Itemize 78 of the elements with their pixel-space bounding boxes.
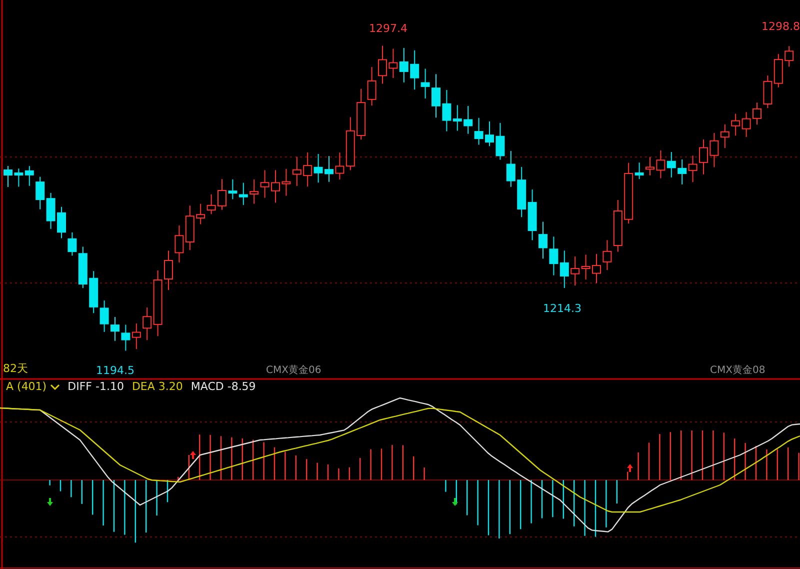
candlestick	[742, 112, 751, 138]
candlestick	[506, 150, 516, 188]
candlestick	[303, 152, 312, 188]
candlestick	[218, 178, 226, 210]
candlestick	[549, 236, 558, 276]
candlestick	[688, 155, 698, 183]
candlestick	[378, 45, 387, 84]
candlestick	[57, 206, 66, 239]
candlestick	[485, 121, 494, 147]
candlestick	[517, 166, 526, 218]
candlestick	[174, 224, 184, 263]
candlestick	[46, 192, 56, 230]
indicator-selector[interactable]: A (401)	[6, 380, 60, 394]
candlestick	[4, 166, 12, 188]
period-label: 82天	[3, 362, 28, 375]
candlestick	[282, 168, 291, 196]
candlestick	[36, 176, 45, 210]
candlestick	[731, 113, 740, 136]
candlestick	[164, 250, 173, 290]
down-arrow-icon	[47, 498, 53, 506]
candlestick	[570, 256, 580, 286]
candlestick	[710, 132, 719, 168]
candlestick	[464, 105, 473, 134]
contract-label: CMX黄金08	[710, 364, 766, 377]
up-arrow-icon	[627, 464, 633, 472]
candlestick	[399, 47, 408, 83]
candlestick	[367, 66, 376, 106]
candlestick	[14, 168, 24, 188]
high-price-label: 1297.4	[369, 22, 408, 35]
down-arrow-icon	[452, 498, 458, 506]
candlestick	[592, 254, 601, 284]
candlestick	[260, 170, 270, 198]
candlestick	[132, 322, 141, 350]
candlestick	[250, 178, 259, 204]
candlestick	[666, 152, 676, 178]
candlestick	[763, 75, 772, 109]
dea-value: DEA 3.20	[132, 380, 183, 394]
candlestick	[206, 194, 216, 215]
candlestick	[474, 117, 484, 146]
candlestick	[410, 50, 420, 90]
chevron-icon	[50, 383, 60, 391]
high-price-label: 1298.8	[762, 20, 800, 33]
candlestick	[581, 254, 590, 280]
candlestick	[110, 316, 120, 342]
candlestick	[121, 324, 130, 352]
candlestick	[752, 102, 762, 126]
candlestick	[774, 54, 783, 88]
candlestick	[420, 68, 430, 99]
candlestick	[89, 270, 98, 314]
macd-value: MACD -8.59	[190, 380, 256, 394]
diff-value: DIFF -1.10	[68, 380, 124, 394]
candlestick	[699, 138, 708, 175]
candlestick	[656, 150, 666, 179]
candlestick	[646, 156, 654, 176]
candlestick	[271, 170, 280, 204]
low-price-label: 1214.3	[543, 302, 582, 315]
candlestick	[228, 178, 238, 200]
candlestick	[356, 88, 366, 140]
candlestick	[538, 221, 548, 260]
candlestick	[314, 154, 323, 184]
candlestick	[678, 158, 687, 185]
candlestick	[388, 48, 398, 78]
low-price-label: 1194.5	[96, 364, 134, 377]
candlestick	[324, 156, 334, 182]
candlestick	[100, 300, 109, 332]
candlestick	[196, 203, 206, 225]
candlestick	[496, 122, 505, 160]
up-arrow-icon	[190, 451, 196, 459]
candlestick	[185, 205, 194, 251]
candlestick	[292, 156, 302, 186]
candlestick	[528, 189, 537, 241]
contract-label: CMX黄金06	[266, 364, 322, 377]
candlestick	[720, 124, 730, 149]
candlestick	[24, 166, 34, 186]
candlestick	[432, 74, 440, 118]
candlestick	[560, 250, 569, 288]
candlestick	[784, 46, 794, 68]
candlestick	[238, 182, 248, 206]
